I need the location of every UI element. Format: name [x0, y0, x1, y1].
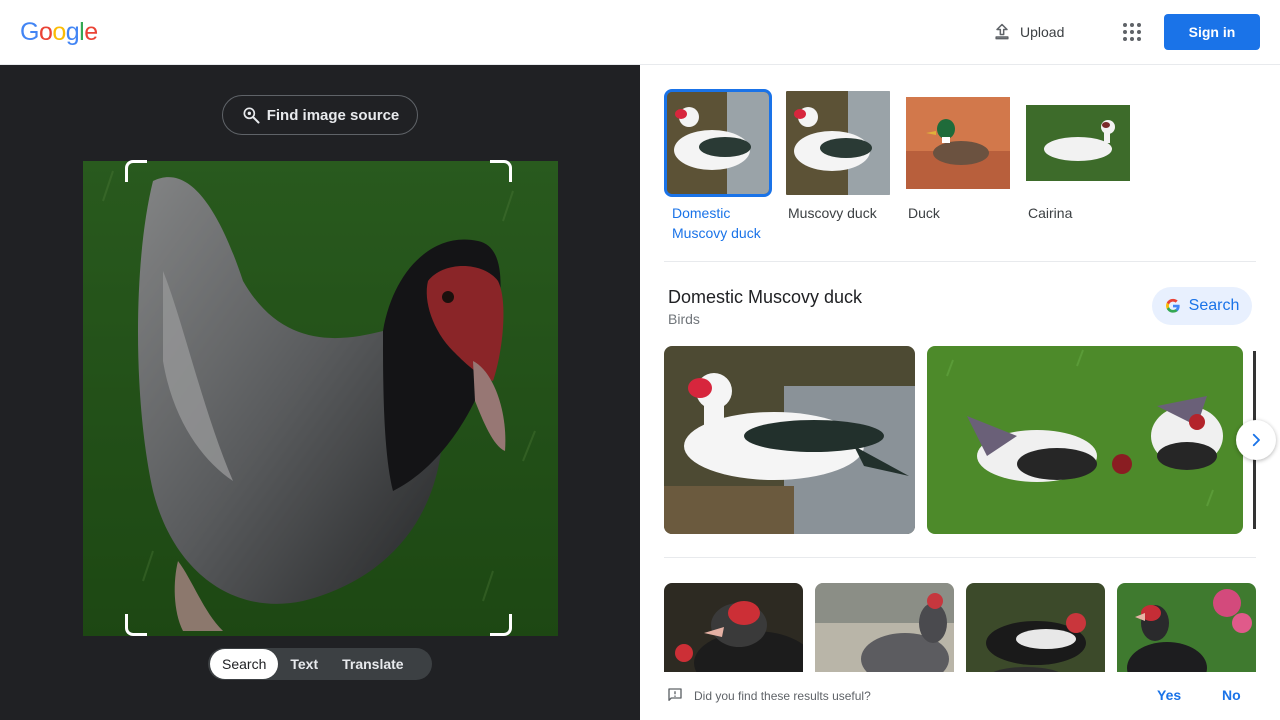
upload-icon — [995, 23, 1009, 40]
entity-chip-row: Domestic Muscovy duck Muscovy duck Duck … — [664, 89, 1132, 243]
chip-label: Muscovy duck — [788, 205, 877, 221]
header: Google Upload Sign in — [0, 0, 1280, 65]
crop-handle-bottom-left[interactable] — [125, 614, 147, 636]
chip-label: Domestic Muscovy duck — [672, 205, 761, 241]
entity-search-button[interactable]: Search — [1152, 287, 1252, 325]
section-divider — [664, 557, 1256, 558]
google-logo[interactable]: Google — [20, 18, 98, 47]
result-image[interactable] — [664, 346, 915, 534]
sign-in-button[interactable]: Sign in — [1164, 14, 1260, 50]
tab-text[interactable]: Text — [278, 649, 330, 679]
upload-button[interactable]: Upload — [992, 20, 1064, 44]
entity-search-label: Search — [1188, 297, 1240, 314]
logo-letter: G — [20, 18, 39, 46]
carousel-next-button[interactable] — [1236, 420, 1276, 460]
feedback-question: Did you find these results useful? — [694, 689, 871, 703]
chip-label: Cairina — [1028, 205, 1073, 221]
tab-translate[interactable]: Translate — [330, 649, 415, 679]
logo-letter: g — [65, 18, 80, 46]
chip-thumbnail — [664, 89, 772, 197]
google-g-icon — [1165, 298, 1180, 313]
entity-chip[interactable]: Domestic Muscovy duck — [664, 89, 772, 243]
section-divider — [664, 261, 1256, 262]
result-image[interactable] — [927, 346, 1243, 534]
find-source-label: Find image source — [266, 106, 400, 124]
feedback-yes-button[interactable]: Yes — [1157, 687, 1181, 703]
chevron-right-icon — [1252, 433, 1260, 447]
find-image-source-button[interactable]: Find image source — [222, 95, 418, 135]
feedback-icon — [668, 688, 682, 701]
results-panel: Domestic Muscovy duck Muscovy duck Duck … — [640, 65, 1280, 720]
entity-title: Domestic Muscovy duck — [668, 287, 863, 307]
chip-thumbnail — [1024, 89, 1132, 197]
entity-chip[interactable]: Muscovy duck — [784, 89, 892, 243]
feedback-bar: Did you find these results useful? Yes N… — [640, 672, 1280, 720]
crop-selection[interactable] — [125, 160, 512, 636]
lens-mode-tabs: Search Text Translate — [208, 648, 432, 680]
crop-handle-top-left[interactable] — [125, 160, 147, 182]
entity-chip[interactable]: Cairina — [1024, 89, 1132, 243]
upload-label: Upload — [1020, 24, 1065, 40]
entity-chip[interactable]: Duck — [904, 89, 1012, 243]
entity-subtitle: Birds — [668, 311, 700, 327]
chip-thumbnail — [904, 89, 1012, 197]
tab-search[interactable]: Search — [210, 649, 279, 679]
feedback-no-button[interactable]: No — [1222, 687, 1241, 703]
apps-grid-icon[interactable] — [1120, 20, 1144, 44]
crop-handle-top-right[interactable] — [490, 160, 512, 182]
lens-search-icon — [243, 107, 260, 124]
chip-label: Duck — [908, 205, 940, 221]
chip-thumbnail — [784, 89, 892, 197]
logo-letter: o — [52, 18, 66, 46]
crop-handle-bottom-right[interactable] — [490, 614, 512, 636]
logo-letter: o — [38, 18, 53, 46]
logo-letter: e — [84, 18, 98, 46]
